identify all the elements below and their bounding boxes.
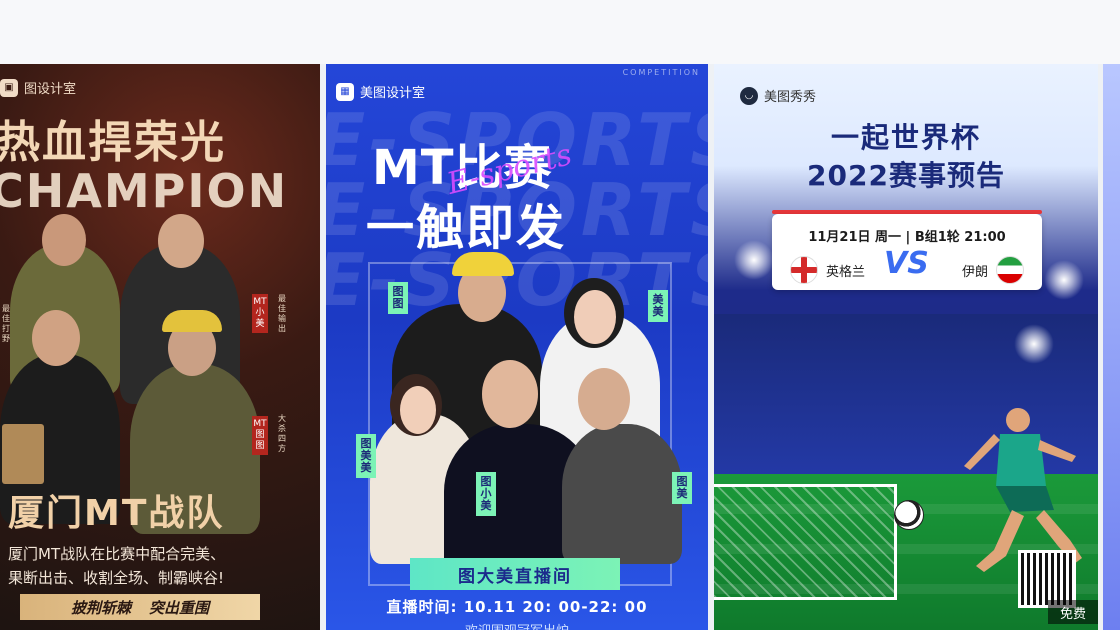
brand-text: 图设计室 [24, 82, 77, 97]
corner-text: COMPETITION [622, 68, 700, 77]
description-line: 果断出击、收割全场、制霸峡谷! [8, 569, 225, 587]
name-tag: 美美 [648, 290, 668, 322]
side-caption: 最佳输出 [278, 294, 286, 333]
team-name: 厦门MT战队 [8, 493, 225, 534]
welcome-text: 欢迎围观冠军出炉 [326, 620, 708, 630]
poster-title-line2: 2022赛事预告 [807, 159, 1005, 192]
description-line: 厦门MT战队在比赛中配合完美、 [8, 545, 226, 563]
match-card: 11月21日 周一 | B组1轮 21:00 英格兰 VS 伊朗 [772, 214, 1042, 290]
stadium-light-icon [1044, 260, 1084, 300]
match-date: 11月21日 周一 | B组1轮 21:00 [808, 230, 1006, 245]
meitu-logo-icon: ◡ [740, 86, 758, 105]
england-flag-icon [790, 256, 818, 284]
player-head [32, 310, 80, 366]
stadium-light-icon [734, 240, 774, 280]
stadium-light-icon [1014, 324, 1054, 364]
live-room-banner: 图大美直播间 [410, 558, 620, 590]
brand-text: 美图设计室 [360, 86, 426, 101]
brand-label: ▦ 美图设计室 [336, 82, 425, 101]
poster-title: 一起世界杯 [830, 121, 981, 154]
brand-logo-icon: ▣ [0, 78, 18, 97]
template-card-partial[interactable] [1103, 64, 1120, 630]
yellow-cap-icon [162, 310, 222, 332]
side-caption: 大杀四方 [278, 414, 286, 453]
player-head [42, 214, 86, 266]
name-tag: 图美 [672, 472, 692, 504]
slogan-tag: 突出重围 [149, 598, 210, 617]
name-tag: 图美美 [356, 434, 376, 478]
brand-logo-icon: ▦ [336, 82, 354, 101]
paper-bag [2, 424, 44, 484]
brand-label: ◡ 美图秀秀 [740, 86, 816, 105]
side-label: MT小美 [252, 294, 268, 333]
top-bar [0, 0, 1120, 64]
player-head [578, 368, 630, 430]
poster-title: 热血捍荣光 [0, 117, 226, 168]
team-right: 伊朗 [962, 256, 1024, 284]
iran-flag-icon [996, 256, 1024, 284]
side-caption: 最佳打野 [2, 304, 10, 343]
player-face [574, 290, 616, 344]
brand-label: ▣ 图设计室 [0, 78, 76, 97]
team-right-name: 伊朗 [961, 264, 988, 280]
team-left-name: 英格兰 [826, 264, 866, 280]
free-badge: 免费 [1048, 600, 1098, 624]
side-label: MT图图 [252, 416, 268, 455]
slogan-tag: 披荆斩棘 [70, 598, 131, 617]
player-face [400, 386, 436, 434]
goal-net [714, 484, 897, 600]
player-figure [562, 424, 682, 564]
player-head [482, 360, 538, 428]
yellow-cap-icon [452, 252, 514, 276]
template-card-worldcup[interactable]: ◡ 美图秀秀 一起世界杯 2022赛事预告 11月21日 周一 | B组1轮 2… [714, 64, 1098, 630]
slogan-banner: 披荆斩棘 突出重围 [20, 594, 260, 620]
poster-title-line2: 一触即发 [366, 200, 567, 256]
template-card-champion[interactable]: ▣ 图设计室 热血捍荣光 CHAMPION MT小美 MT图图 最佳输出 最佳打… [0, 64, 320, 630]
team-description: 厦门MT战队在比赛中配合完美、 果断出击、收割全场、制霸峡谷! [8, 542, 308, 590]
name-tag: 图小美 [476, 472, 496, 516]
live-time: 直播时间: 10.11 20: 00-22: 00 [386, 598, 648, 616]
template-card-esports[interactable]: E-SPORTS E-SPORTS E-SPORTS COMPETITION ▦… [326, 64, 708, 630]
football-icon [894, 500, 924, 530]
player-head [158, 214, 204, 268]
team-left: 英格兰 [790, 256, 865, 284]
brand-text: 美图秀秀 [764, 90, 817, 105]
vs-label: VS [884, 246, 929, 281]
name-tag: 图图 [388, 282, 408, 314]
poster-subtitle: CHAMPION [0, 164, 289, 218]
